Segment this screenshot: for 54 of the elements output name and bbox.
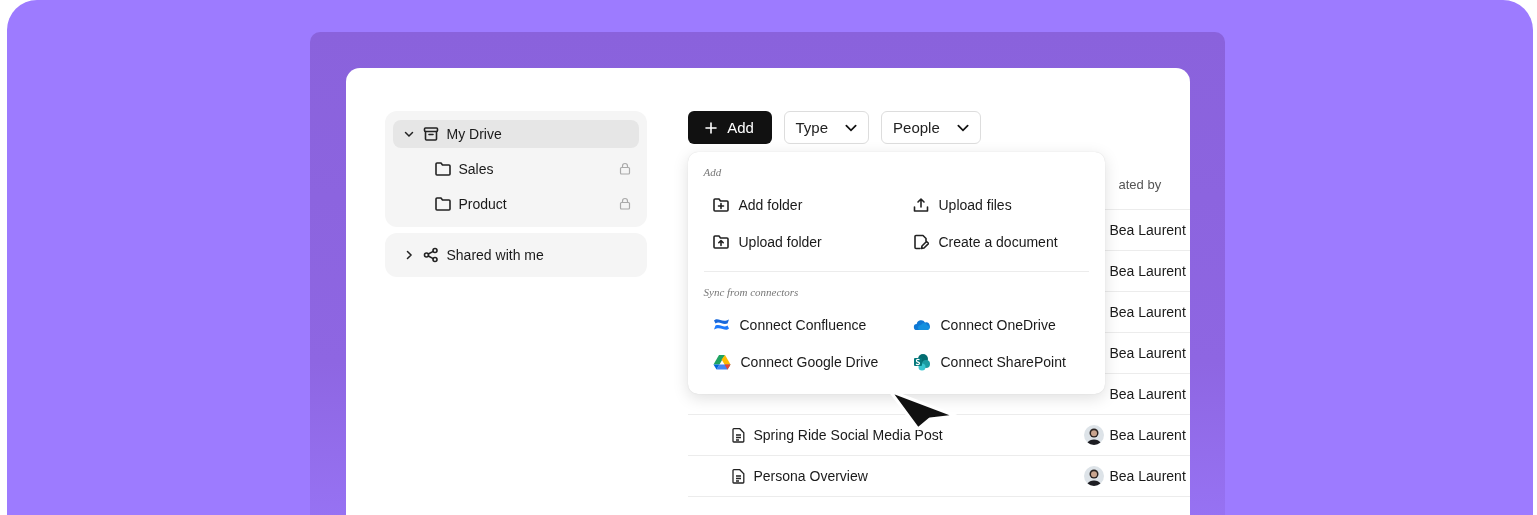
- menu-item[interactable]: Connect Confluence: [703, 306, 904, 343]
- tree-label: My Drive: [446, 126, 502, 142]
- upload-icon: [912, 196, 929, 213]
- menu-item-label: Connect SharePoint: [940, 353, 1066, 370]
- share-icon: [422, 247, 439, 263]
- menu-item[interactable]: Upload files: [903, 186, 1104, 223]
- column-header: ated by: [1118, 177, 1163, 192]
- menu-item[interactable]: Connect OneDrive: [903, 306, 1104, 343]
- cloud-icon: [912, 318, 931, 331]
- tree-item[interactable]: Product: [392, 189, 639, 218]
- owner-name: Bea Laurent: [1109, 468, 1186, 484]
- filter-dropdown[interactable]: People: [881, 111, 981, 144]
- owner-name: Bea Laurent: [1109, 222, 1186, 238]
- tree-label: Shared with me: [446, 247, 544, 263]
- menu-item-label: Add folder: [738, 196, 803, 213]
- owner-name: Bea Laurent: [1109, 304, 1186, 320]
- document-pen-icon: [912, 233, 929, 250]
- menu-item[interactable]: Connect Google Drive: [703, 343, 904, 380]
- folder-upload-icon: [712, 234, 729, 249]
- file-name[interactable]: Persona Overview: [753, 468, 868, 484]
- tree-label: Product: [458, 195, 507, 212]
- triangle-icon: [712, 353, 731, 370]
- document-icon: [731, 427, 745, 443]
- add-button[interactable]: Add: [687, 111, 772, 144]
- menu-item[interactable]: Create a document: [903, 223, 1104, 260]
- menu-item[interactable]: Add folder: [703, 186, 904, 223]
- archive-icon: [422, 126, 439, 142]
- owner-name: Bea Laurent: [1109, 345, 1186, 361]
- tree-item[interactable]: Sales: [392, 154, 639, 183]
- document-icon: [731, 468, 745, 484]
- menu-item[interactable]: Connect SharePoint: [903, 343, 1104, 380]
- twin-curve-icon: [712, 316, 730, 333]
- menu-item[interactable]: Upload folder: [703, 223, 904, 260]
- owner-name: Bea Laurent: [1109, 427, 1186, 443]
- tree-item[interactable]: My Drive: [392, 120, 639, 148]
- menu-item-label: Connect OneDrive: [940, 316, 1056, 333]
- overlapping-circles-icon: [912, 352, 931, 371]
- tree-item[interactable]: Shared with me: [392, 242, 639, 268]
- menu-item-label: Connect Google Drive: [740, 353, 879, 370]
- plus-icon: [705, 121, 718, 134]
- menu-item-label: Create a document: [938, 233, 1058, 250]
- menu-section-title: Add: [703, 166, 723, 178]
- tree-label: Sales: [458, 160, 494, 177]
- folder-icon: [434, 196, 451, 211]
- menu-item-label: Upload folder: [738, 233, 822, 250]
- filter-dropdown[interactable]: Type: [783, 111, 870, 144]
- menu-item-label: Upload files: [938, 196, 1012, 213]
- file-name[interactable]: Spring Ride Social Media Post: [753, 427, 943, 443]
- menu-item-label: Connect Confluence: [739, 316, 867, 333]
- menu-section-title: Sync from connectors: [703, 286, 800, 298]
- owner-name: Bea Laurent: [1109, 263, 1186, 279]
- folder-icon: [434, 161, 451, 176]
- folder-plus-icon: [712, 197, 729, 212]
- owner-name: Bea Laurent: [1109, 386, 1186, 402]
